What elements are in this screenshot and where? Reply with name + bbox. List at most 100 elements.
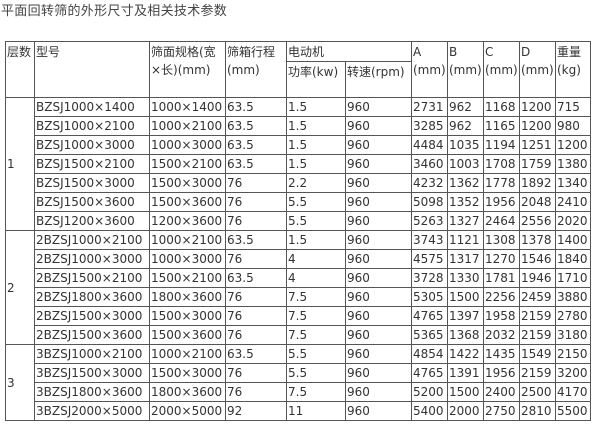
table-cell: 1362: [447, 173, 484, 193]
table-row: 3 3BZSJ1000×2100 1000×2100 63.5 5.5 960 4854 14…: [5, 344, 591, 421]
table-cell: 2159: [519, 306, 556, 326]
table-cell: 4765: [411, 306, 448, 326]
table-cell: 63.5: [225, 135, 287, 155]
table-cell: 960: [345, 363, 412, 383]
table-cell: 1200: [519, 97, 556, 117]
table-cell: 960: [345, 382, 412, 402]
table-cell: 5365: [411, 325, 448, 345]
table-cell: 1781: [483, 268, 520, 288]
table-cell: 1340: [555, 173, 591, 193]
table-cell: 1.5: [286, 154, 346, 174]
table-cell: 76: [225, 287, 287, 307]
table-cell: 1168: [483, 97, 520, 117]
table-cell: 1500: [447, 382, 484, 402]
table-cell: 960: [345, 287, 412, 307]
table-cell: 76: [225, 173, 287, 193]
table-cell: 962: [447, 97, 484, 117]
table-cell: 76: [225, 211, 287, 231]
table-row: 2BZSJ1800×3600 1800×3600 76 7.5 960 5305 1500 2…: [6, 287, 591, 307]
table-row: BZSJ1500×3600 1500×3600 76 5.5 960 5098 1352 19…: [6, 192, 591, 212]
table-cell: 5500: [555, 401, 591, 421]
table-cell: 2159: [519, 363, 556, 383]
table-cell: 1251: [519, 135, 556, 155]
table-cell: BZSJ1000×2100: [34, 116, 150, 136]
table-cell: 1800×3600: [149, 382, 226, 402]
table-cell: 76: [225, 306, 287, 326]
table-cell: 1549: [519, 344, 556, 364]
table-cell: 1378: [519, 230, 556, 250]
table-cell: 63.5: [225, 97, 287, 117]
table-cell: 960: [345, 154, 412, 174]
header-stroke: 筛箱行程(mm): [225, 41, 287, 98]
table-cell: 960: [345, 116, 412, 136]
table-cell: 2BZSJ1500×3000: [34, 306, 150, 326]
table-cell: 5263: [411, 211, 448, 231]
layer-cell: 2: [5, 230, 35, 345]
table-cell: 1892: [519, 173, 556, 193]
table-row: 3BZSJ2000×5000 2000×5000 92 11 960 5400 2000 27…: [6, 401, 591, 421]
table-cell: 1500×3600: [149, 325, 226, 345]
table-cell: 980: [555, 116, 591, 136]
table-cell: 1000×2100: [149, 116, 226, 136]
table-cell: 3743: [411, 230, 448, 250]
table-cell: 4854: [411, 344, 448, 364]
table-cell: 1035: [447, 135, 484, 155]
layer-cell: 3: [5, 344, 35, 421]
table-cell: 3880: [555, 287, 591, 307]
table-row: 3BZSJ1800×3600 1800×3600 76 7.5 960 5200 1500 2…: [6, 382, 591, 402]
table-cell: 1194: [483, 135, 520, 155]
header-spec: 筛面规格(宽×长)(mm): [149, 41, 226, 98]
table-cell: 4765: [411, 363, 448, 383]
table-cell: 1708: [483, 154, 520, 174]
table-cell: 76: [225, 192, 287, 212]
table-row: BZSJ1000×2100 1000×2100 63.5 1.5 960 3285 962 1…: [6, 116, 591, 136]
table-cell: 1200×3600: [149, 211, 226, 231]
table-cell: 1000×3000: [149, 135, 226, 155]
table-cell: 4484: [411, 135, 448, 155]
table-cell: 2048: [519, 192, 556, 212]
table-cell: BZSJ1200×3600: [34, 211, 150, 231]
table-cell: 2750: [483, 401, 520, 421]
table-cell: 63.5: [225, 154, 287, 174]
header-power: 功率(kw): [286, 61, 346, 98]
table-cell: 960: [345, 401, 412, 421]
table-cell: 960: [345, 268, 412, 288]
table-cell: 1000×3000: [149, 249, 226, 269]
table-cell: 2020: [555, 211, 591, 231]
table-cell: 7.5: [286, 306, 346, 326]
table-cell: 1946: [519, 268, 556, 288]
table-cell: 63.5: [225, 344, 287, 364]
table-cell: 1270: [483, 249, 520, 269]
table-cell: BZSJ1500×3000: [34, 173, 150, 193]
table-cell: BZSJ1000×1400: [34, 97, 150, 117]
header-a: A (mm): [411, 41, 448, 98]
table-cell: 63.5: [225, 116, 287, 136]
table-row: 2BZSJ1500×3600 1500×3600 76 7.5 960 5365 1368 2…: [6, 325, 591, 345]
table-cell: 960: [345, 97, 412, 117]
table-cell: 3460: [411, 154, 448, 174]
table-cell: 2464: [483, 211, 520, 231]
table-row: BZSJ1200×3600 1200×3600 76 5.5 960 5263 1327 24…: [6, 211, 591, 231]
table-cell: 76: [225, 325, 287, 345]
table-cell: 1500×3600: [149, 192, 226, 212]
table-cell: 1422: [447, 344, 484, 364]
header-model: 型号: [34, 41, 150, 98]
table-cell: 2BZSJ1800×3600: [34, 287, 150, 307]
layer-cell: 1: [5, 97, 35, 231]
table-cell: 2150: [555, 344, 591, 364]
table-cell: 1710: [555, 268, 591, 288]
table-cell: 63.5: [225, 230, 287, 250]
table-cell: 3BZSJ1500×3000: [34, 363, 150, 383]
table-cell: 1.5: [286, 135, 346, 155]
table-cell: 5.5: [286, 211, 346, 231]
table-cell: 1391: [447, 363, 484, 383]
table-row: BZSJ1500×3000 1500×3000 76 2.2 960 4232 1362 17…: [6, 173, 591, 193]
table-cell: 2000×5000: [149, 401, 226, 421]
table-cell: 1327: [447, 211, 484, 231]
table-cell: 1800×3600: [149, 287, 226, 307]
table-cell: 76: [225, 249, 287, 269]
table-cell: 1958: [483, 306, 520, 326]
table-cell: 76: [225, 363, 287, 383]
table-cell: 1956: [483, 363, 520, 383]
table-cell: 2159: [519, 325, 556, 345]
